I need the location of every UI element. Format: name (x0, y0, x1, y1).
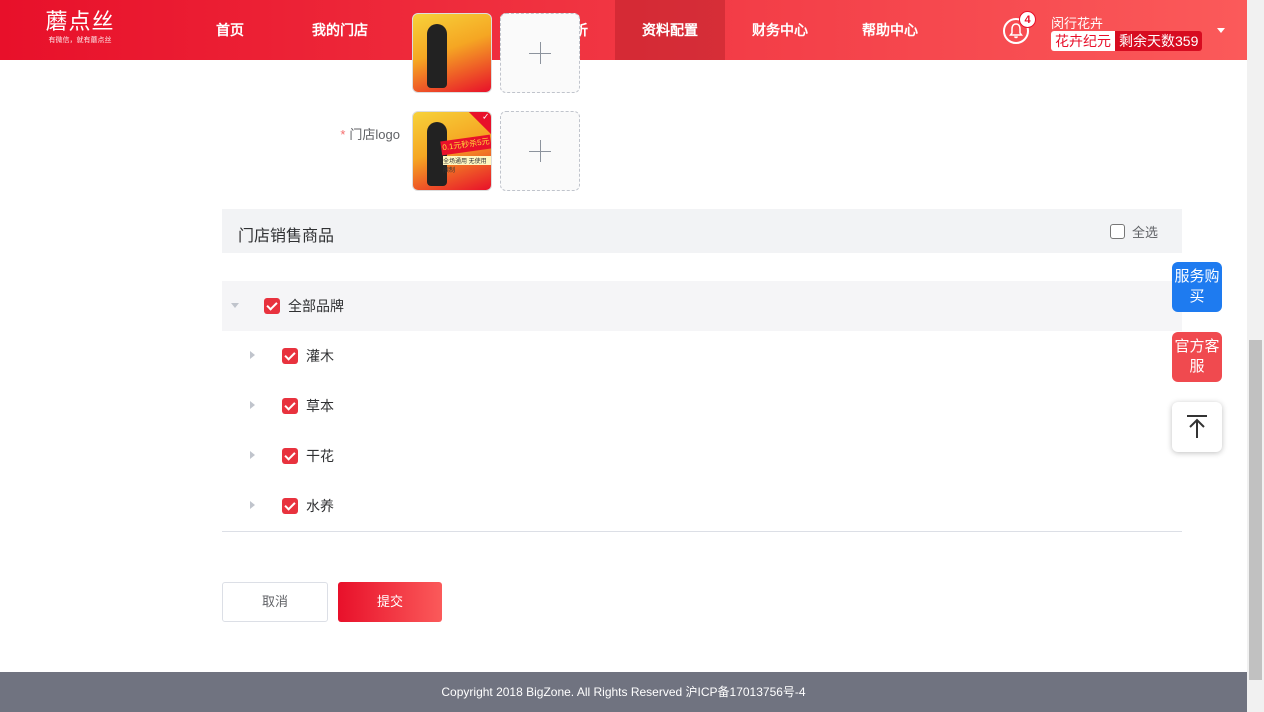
select-all-checkbox[interactable]: 全选 (1109, 222, 1158, 241)
caret-right-icon[interactable] (250, 451, 255, 459)
back-to-top-button[interactable] (1172, 402, 1222, 452)
nav-help[interactable]: 帮助中心 (835, 0, 945, 60)
tree-node-child[interactable]: 草本 (222, 381, 1182, 431)
nav-home[interactable]: 首页 (175, 0, 285, 60)
store-logo-thumbnail[interactable]: 0.1元秒杀5元 全场通用 无使用限制 ✓ (412, 111, 492, 191)
tree-node-label: 草本 (306, 398, 334, 414)
scrollbar[interactable] (1247, 0, 1264, 712)
submit-button[interactable]: 提交 (338, 582, 442, 622)
tree-node-label: 灌木 (306, 348, 334, 364)
tree-node-label: 水养 (306, 498, 334, 514)
thumb-banner: 0.1元秒杀5元 (440, 134, 491, 156)
cancel-button[interactable]: 取消 (222, 582, 328, 622)
checkbox-checked-icon[interactable] (282, 348, 298, 364)
user-name[interactable]: 闵行花卉 (1051, 13, 1103, 32)
checkbox-empty-icon[interactable] (1109, 224, 1125, 239)
select-all-label: 全选 (1131, 225, 1158, 240)
days-left-badge: 剩余天数359 (1115, 31, 1203, 51)
required-mark: * (340, 127, 346, 142)
nav-my-store[interactable]: 我的门店 (285, 0, 395, 60)
image-figure (427, 24, 447, 88)
tree-node-child[interactable]: 水养 (222, 481, 1182, 531)
check-icon: ✓ (482, 111, 490, 122)
tree-node-child[interactable]: 灌木 (222, 331, 1182, 381)
footer: Copyright 2018 BigZone. All Rights Reser… (0, 672, 1247, 712)
checkbox-checked-icon[interactable] (282, 498, 298, 514)
notification-badge: 4 (1019, 11, 1036, 28)
logo-slogan: 有微信，就有蘑点丝 (48, 37, 112, 44)
thumb-subtext: 全场通用 无使用限制 (443, 156, 491, 174)
chevron-down-icon[interactable] (1217, 28, 1225, 33)
arrow-up-icon (1187, 415, 1207, 438)
brand-logo[interactable]: 蘑点丝 有微信，就有蘑点丝 (40, 10, 120, 50)
uploaded-check-corner: ✓ (467, 111, 491, 136)
plus-icon (540, 42, 541, 64)
caret-right-icon[interactable] (250, 351, 255, 359)
nav-finance[interactable]: 财务中心 (725, 0, 835, 60)
checkbox-checked-icon[interactable] (282, 448, 298, 464)
products-section-header: 门店销售商品 全选 (222, 209, 1182, 253)
tree-node-child[interactable]: 干花 (222, 431, 1182, 481)
checkbox-checked-icon[interactable] (282, 398, 298, 414)
tree-node-label: 全部品牌 (288, 298, 344, 314)
plus-icon (540, 140, 541, 162)
divider (222, 531, 1182, 532)
official-support-button[interactable]: 官方客服 (1172, 332, 1222, 382)
caret-right-icon[interactable] (250, 401, 255, 409)
shop-name: 花卉纪元 (1051, 31, 1115, 51)
store-logo-label: * 门店logo (300, 124, 400, 143)
tree-node-label: 干花 (306, 448, 334, 464)
shop-tag[interactable]: 花卉纪元 剩余天数359 (1051, 31, 1203, 51)
nav-profile-config[interactable]: 资料配置 (615, 0, 725, 60)
store-logo-upload-button[interactable] (500, 111, 580, 191)
caret-right-icon[interactable] (250, 501, 255, 509)
caret-down-icon[interactable] (231, 303, 239, 308)
uploaded-image-thumbnail[interactable] (412, 13, 492, 93)
scrollbar-thumb[interactable] (1249, 340, 1262, 680)
checkbox-checked-icon[interactable] (264, 298, 280, 314)
service-buy-button[interactable]: 服务购买 (1172, 262, 1222, 312)
tree-node-all-brands[interactable]: 全部品牌 (222, 281, 1182, 331)
upload-add-button[interactable] (500, 13, 580, 93)
section-title: 门店销售商品 (238, 228, 335, 245)
copyright-text: Copyright 2018 BigZone. All Rights Reser… (441, 685, 806, 699)
logo-text: 蘑点丝 (45, 10, 115, 35)
store-logo-label-text: 门店logo (349, 127, 400, 142)
